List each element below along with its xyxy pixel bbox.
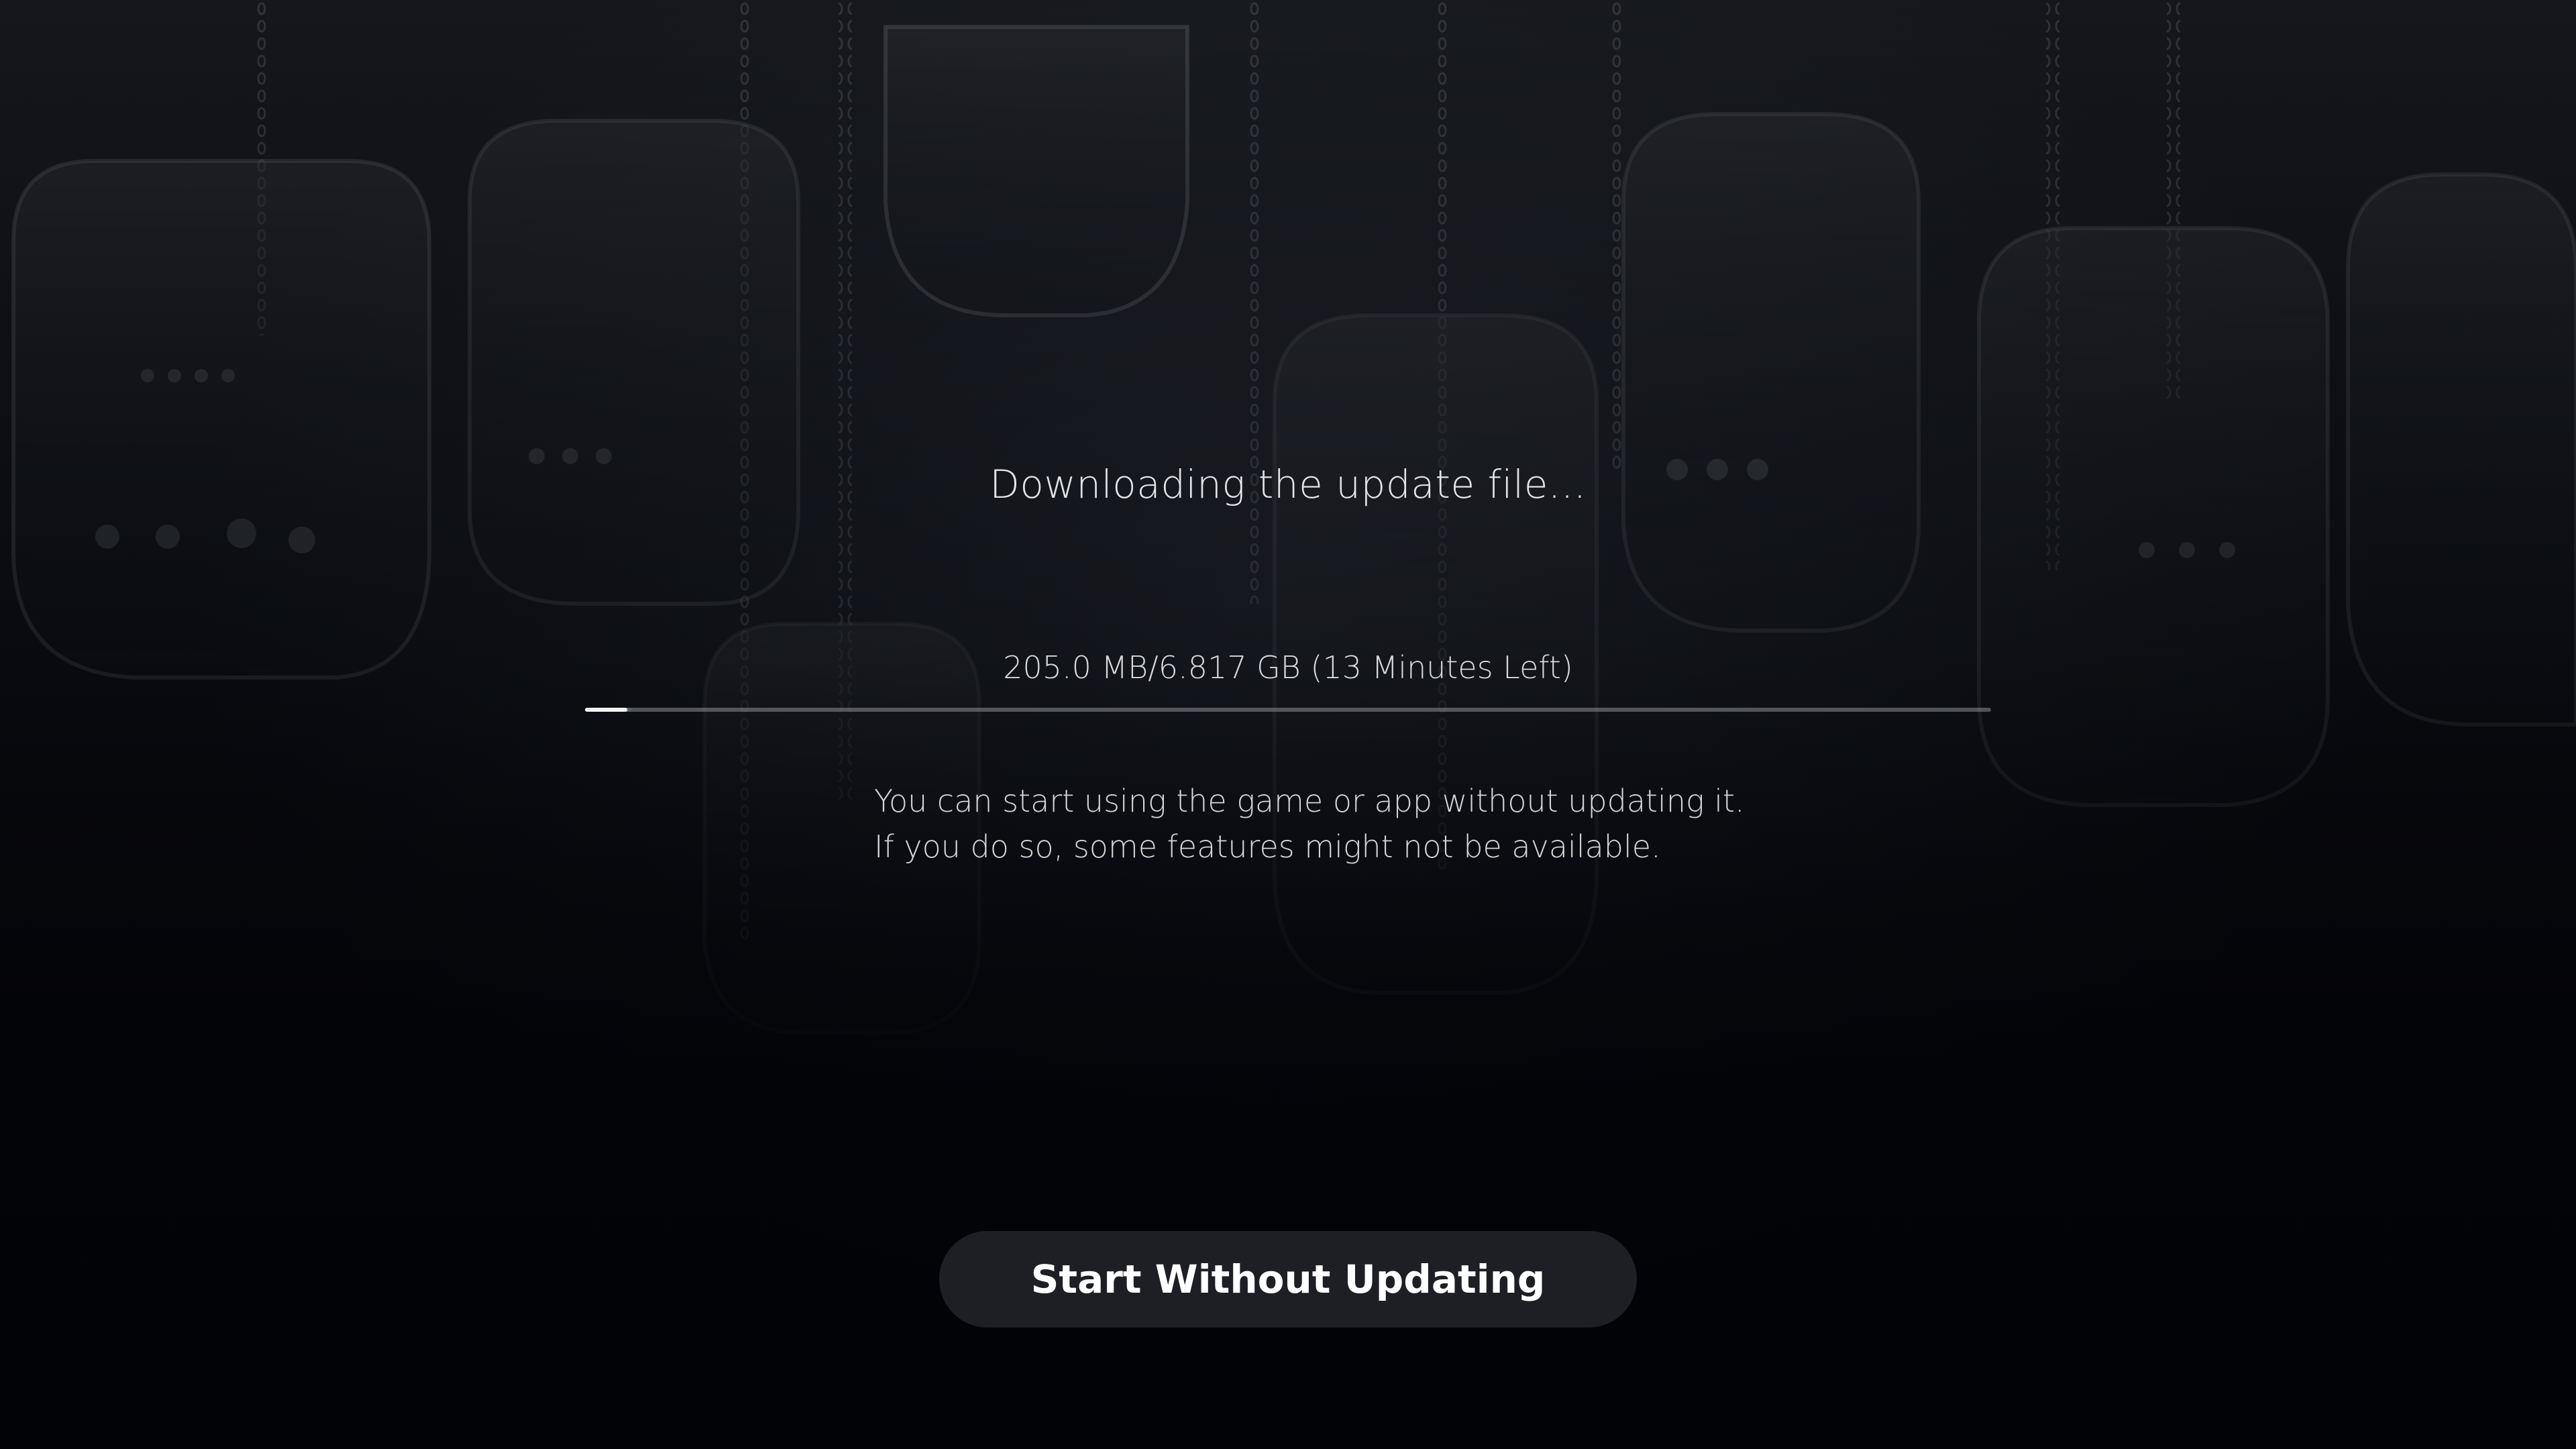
- update-info-line-2: If you do so, some features might not be…: [874, 828, 1661, 865]
- update-info-line-1: You can start using the game or app with…: [874, 783, 1745, 819]
- download-progress-fill: [585, 708, 627, 712]
- download-status-title: Downloading the update file...: [989, 462, 1587, 507]
- start-without-updating-button[interactable]: Start Without Updating: [939, 1231, 1637, 1328]
- download-progress-text: 205.0 MB/6.817 GB (13 Minutes Left): [1003, 649, 1573, 686]
- update-info-message: You can start using the game or app with…: [874, 778, 1745, 869]
- download-progress-bar: [585, 708, 1991, 712]
- update-download-screen: Downloading the update file... 205.0 MB/…: [0, 0, 2576, 1449]
